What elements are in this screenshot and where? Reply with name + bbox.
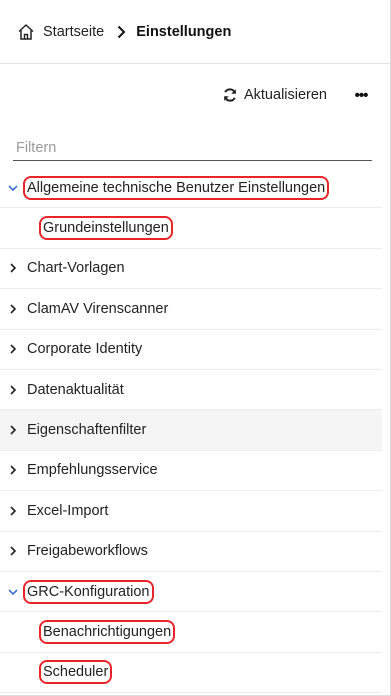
chevron-right-icon[interactable] bbox=[8, 304, 18, 314]
tree-item[interactable]: Empfehlungsservice bbox=[0, 451, 382, 492]
tree-item-label: Scheduler bbox=[38, 660, 113, 685]
chevron-down-icon[interactable] bbox=[8, 183, 18, 193]
refresh-label: Aktualisieren bbox=[243, 87, 327, 103]
chevron-right-icon bbox=[116, 25, 126, 39]
tree-item-label: Grundeinstellungen bbox=[39, 216, 173, 241]
tree-item[interactable]: Freigabeworkflows bbox=[0, 532, 382, 572]
tree-child-item[interactable]: Scheduler bbox=[0, 653, 382, 694]
chevron-right-icon[interactable] bbox=[8, 546, 18, 556]
filter-input[interactable] bbox=[13, 135, 372, 161]
settings-tree: Allgemeine technische Benutzer Einstellu… bbox=[0, 168, 391, 694]
tree-item[interactable]: GRC-Konfiguration bbox=[0, 572, 382, 613]
tree-item[interactable]: ClamAV Virenscanner bbox=[0, 289, 382, 330]
tree-item[interactable]: Datenaktualität bbox=[0, 370, 382, 411]
chevron-right-icon[interactable] bbox=[8, 263, 18, 274]
tree-item[interactable]: Excel-Import bbox=[0, 491, 382, 532]
tree-item-label: Eigenschaftenfilter bbox=[27, 422, 147, 439]
tree-item-label: Datenaktualität bbox=[27, 381, 124, 398]
tree-item-label: ClamAV Virenscanner bbox=[27, 300, 169, 317]
more-options-icon[interactable]: ••• bbox=[352, 84, 370, 106]
chevron-right-icon[interactable] bbox=[8, 425, 18, 435]
tree-item[interactable]: Eigenschaftenfilter bbox=[0, 410, 382, 451]
breadcrumb-current: Einstellungen bbox=[136, 23, 232, 40]
chevron-right-icon[interactable] bbox=[8, 344, 18, 354]
tree-item-label: Benachrichtigungen bbox=[38, 619, 176, 644]
breadcrumb-home-link[interactable]: Startseite bbox=[43, 24, 104, 40]
tree-item-label: Freigabeworkflows bbox=[27, 543, 148, 560]
tree-item-label: GRC-Konfiguration bbox=[23, 579, 154, 604]
tree-item[interactable]: Chart-Vorlagen bbox=[0, 249, 382, 290]
tree-item-label: Corporate Identity bbox=[27, 341, 143, 358]
breadcrumb: Startseite Einstellungen bbox=[0, 0, 391, 64]
tree-item[interactable]: Corporate Identity bbox=[0, 330, 382, 370]
refresh-icon bbox=[222, 87, 238, 103]
refresh-button[interactable]: Aktualisieren bbox=[222, 84, 327, 106]
chevron-right-icon[interactable] bbox=[8, 385, 18, 395]
tree-item-label: Chart-Vorlagen bbox=[27, 260, 125, 277]
home-icon[interactable] bbox=[17, 23, 35, 41]
tree-item-label: Allgemeine technische Benutzer Einstellu… bbox=[22, 175, 330, 200]
chevron-right-icon[interactable] bbox=[8, 465, 18, 475]
tree-child-item[interactable]: Benachrichtigungen bbox=[0, 612, 382, 653]
tree-item[interactable]: Allgemeine technische Benutzer Einstellu… bbox=[0, 168, 382, 209]
settings-panel: Startseite Einstellungen Aktualisieren •… bbox=[0, 0, 391, 696]
tree-item-label: Excel-Import bbox=[27, 502, 109, 519]
chevron-down-icon[interactable] bbox=[8, 587, 18, 597]
chevron-right-icon[interactable] bbox=[8, 506, 18, 516]
toolbar: Aktualisieren ••• bbox=[0, 84, 390, 106]
tree-item-label: Empfehlungsservice bbox=[27, 462, 158, 479]
tree-child-item[interactable]: Grundeinstellungen bbox=[0, 208, 382, 249]
